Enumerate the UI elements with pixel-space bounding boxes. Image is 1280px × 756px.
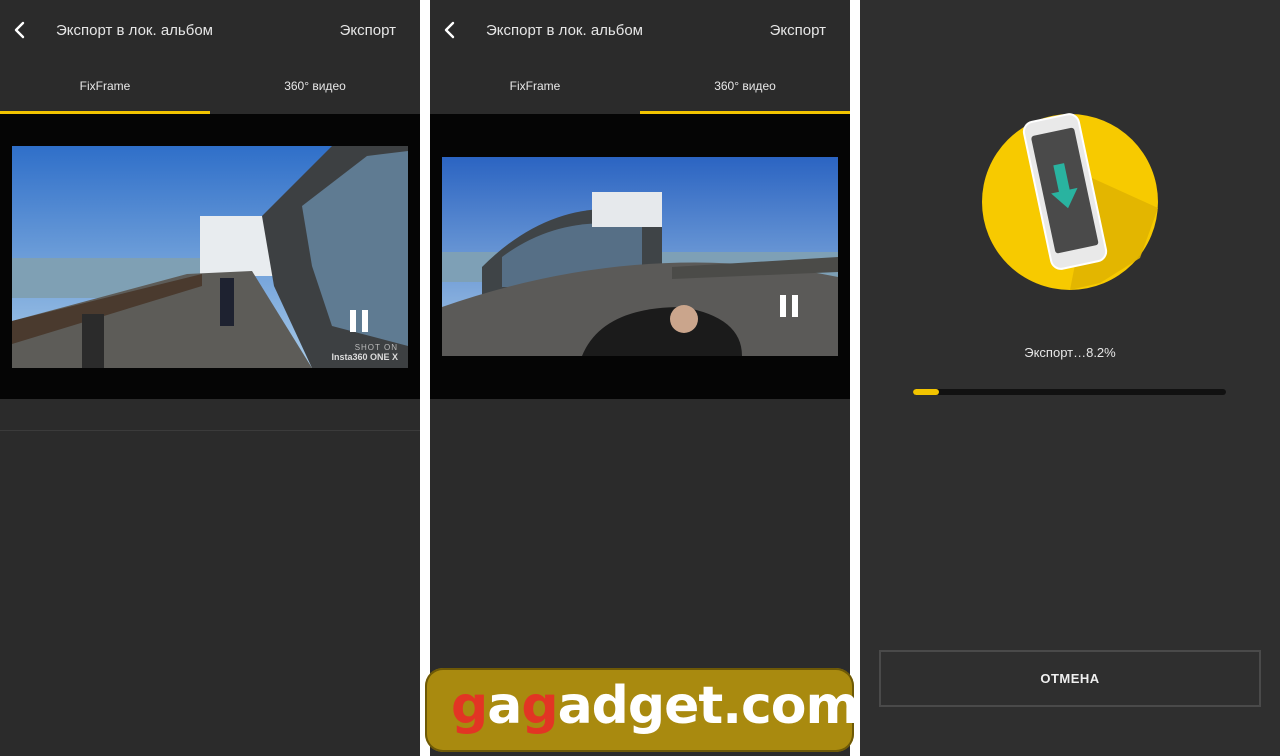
watermark: SHOT ON Insta360 ONE X: [331, 343, 398, 362]
export-screen-360: Экспорт в лок. альбом Экспорт FixFrame 3…: [430, 0, 850, 756]
watermark-shot-on: SHOT ON: [354, 343, 398, 352]
video-preview[interactable]: SHOT ON Insta360 ONE X: [12, 146, 408, 368]
video-frame-image: [12, 146, 408, 368]
gagadget-logo: gagadget.com: [425, 668, 860, 752]
tab-fixframe[interactable]: FixFrame: [0, 62, 210, 114]
export-progress-screen: Экспорт…8.2% ОТМЕНА: [860, 0, 1280, 756]
logo-part: adget.com: [557, 676, 860, 736]
logo-part: a: [487, 676, 522, 736]
tab-label: 360° видео: [284, 79, 346, 93]
video-preview-area: SHOT ON Insta360 ONE X: [0, 114, 420, 399]
video-preview-area: [430, 114, 850, 399]
pause-icon[interactable]: [780, 295, 800, 319]
download-phone-illustration: [982, 113, 1158, 290]
tab-bar: FixFrame 360° видео: [0, 62, 420, 114]
export-status-text: Экспорт…8.2%: [1024, 345, 1116, 360]
logo-text: gagadget.com: [451, 676, 860, 736]
export-button[interactable]: Экспорт: [770, 22, 826, 39]
export-screen-fixframe: Экспорт в лок. альбом Экспорт FixFrame 3…: [0, 0, 420, 756]
progress-fill: [913, 389, 939, 395]
tab-360-video[interactable]: 360° видео: [210, 62, 420, 114]
export-button[interactable]: Экспорт: [340, 22, 396, 39]
cancel-button[interactable]: ОТМЕНА: [879, 650, 1261, 707]
video-frame-image: [442, 157, 838, 356]
tab-fixframe[interactable]: FixFrame: [430, 62, 640, 114]
logo-part: g: [521, 676, 558, 736]
top-bar: Экспорт в лок. альбом Экспорт: [430, 0, 850, 60]
divider: [0, 430, 420, 431]
tab-label: FixFrame: [509, 79, 561, 93]
back-icon[interactable]: [440, 18, 462, 42]
pause-icon[interactable]: [350, 310, 370, 334]
tab-label: FixFrame: [79, 79, 131, 93]
tab-bar: FixFrame 360° видео: [430, 62, 850, 114]
export-progress-bar: [913, 389, 1226, 395]
tab-360-video[interactable]: 360° видео: [640, 62, 850, 114]
page-title: Экспорт в лок. альбом: [56, 22, 213, 39]
back-icon[interactable]: [10, 18, 32, 42]
watermark-brand: Insta360 ONE X: [331, 352, 398, 362]
page-title: Экспорт в лок. альбом: [486, 22, 643, 39]
top-bar: Экспорт в лок. альбом Экспорт: [0, 0, 420, 60]
tab-label: 360° видео: [714, 79, 776, 93]
logo-part: g: [451, 676, 488, 736]
video-preview[interactable]: [442, 157, 838, 356]
